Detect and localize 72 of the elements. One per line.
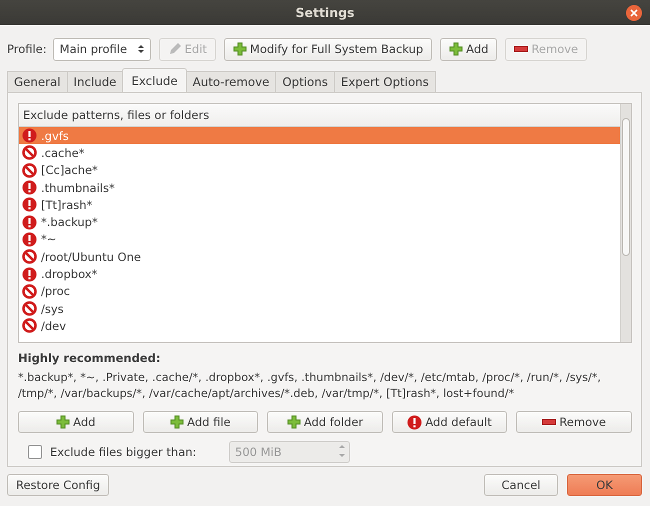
spin-arrows-icon: [339, 444, 345, 458]
no-entry-icon: [22, 301, 37, 316]
warning-icon: [407, 414, 422, 430]
warning-icon: [22, 214, 37, 230]
ok-button[interactable]: OK: [567, 474, 642, 496]
warning-icon: [22, 128, 37, 144]
add-button[interactable]: Add file: [142, 411, 258, 433]
tab[interactable]: General: [7, 71, 68, 92]
list-row[interactable]: .dropbox*: [19, 265, 620, 283]
no-entry-icon: [22, 249, 37, 264]
minus-icon: [514, 46, 528, 52]
pattern-text: .thumbnails*: [41, 180, 115, 195]
close-button[interactable]: [626, 5, 642, 21]
warning-icon: [22, 180, 37, 196]
list-row[interactable]: *~: [19, 230, 620, 248]
pattern-text: .dropbox*: [41, 267, 98, 282]
no-entry-icon: [22, 162, 37, 178]
profile-label: Profile:: [7, 42, 47, 56]
no-entry-icon: [22, 145, 37, 160]
plus-icon: [232, 42, 247, 56]
checkbox-label: Exclude files bigger than:: [50, 445, 198, 459]
recommended-title: Highly recommended:: [18, 351, 162, 365]
tab[interactable]: Options: [275, 71, 335, 92]
list-row[interactable]: /dev: [19, 317, 620, 335]
pencil-icon: [168, 42, 182, 56]
tab[interactable]: Auto-remove: [186, 71, 276, 92]
add-button[interactable]: Modify for Full System Backup: [224, 38, 432, 60]
plus-icon: [286, 415, 301, 429]
column-header[interactable]: Exclude patterns, files or folders: [19, 104, 620, 127]
plus-icon: [170, 415, 184, 429]
list-row[interactable]: /sys: [19, 300, 620, 318]
list-row[interactable]: /proc: [19, 282, 620, 300]
profile-combo[interactable]: Main profile: [52, 38, 151, 60]
remove-button[interactable]: Remove: [516, 411, 632, 433]
add-button[interactable]: Add: [18, 411, 134, 433]
pattern-text: /sys: [41, 302, 64, 316]
list-row[interactable]: [Cc]ache*: [19, 162, 620, 179]
tab[interactable]: Expert Options: [334, 71, 436, 92]
list-row[interactable]: .thumbnails*: [19, 178, 620, 196]
window-title: Settings: [295, 5, 354, 20]
pattern-text: /proc: [41, 284, 70, 298]
plus-icon: [56, 415, 70, 429]
tab[interactable]: Include: [66, 71, 124, 92]
list-row[interactable]: .cache*: [19, 144, 620, 162]
plus-icon: [449, 42, 464, 56]
pattern-text: [Cc]ache*: [41, 163, 98, 178]
restore-config-button[interactable]: Restore Config: [7, 474, 110, 496]
add-button[interactable]: Add folder: [267, 411, 383, 433]
add-button[interactable]: Add: [440, 38, 498, 60]
no-entry-icon: [22, 318, 37, 334]
warning-icon: [22, 266, 37, 282]
pattern-text: .gvfs: [41, 128, 69, 143]
spin-arrows-icon: [138, 44, 144, 54]
pattern-text: *.backup*: [41, 215, 98, 230]
recommended-text: *.backup*, *~, .Private, .cache/*, .dropbox*, .gvfs, .thumbnails*, /dev/*, /etc/mtab, /proc/*, /run/*, /sys/*, /tmp/*, /var/backups/*, /var/cache/apt/archives/*.deb, /var/tmp/*, [Tt]rash*, lost+found/*: [18, 370, 602, 402]
pattern-text: [Tt]rash*: [41, 198, 92, 212]
pattern-text: /dev: [41, 318, 66, 333]
list-row[interactable]: *.backup*: [19, 213, 620, 231]
close-icon: [629, 8, 639, 18]
scrollbar[interactable]: [620, 104, 631, 342]
list-row[interactable]: /root/Ubuntu One: [19, 248, 620, 266]
pattern-text: /root/Ubuntu One: [41, 250, 141, 264]
scrollbar-thumb[interactable]: [622, 118, 630, 256]
warning-icon: [22, 232, 37, 247]
list-row[interactable]: [Tt]rash*: [19, 196, 620, 214]
minus-icon: [542, 419, 556, 425]
add-default-button[interactable]: Add default: [392, 411, 508, 433]
pattern-text: .cache*: [41, 146, 84, 160]
cancel-button[interactable]: Cancel: [484, 474, 558, 496]
warning-icon: [22, 197, 37, 212]
no-entry-icon: [22, 284, 37, 299]
pattern-text: *~: [41, 232, 56, 246]
